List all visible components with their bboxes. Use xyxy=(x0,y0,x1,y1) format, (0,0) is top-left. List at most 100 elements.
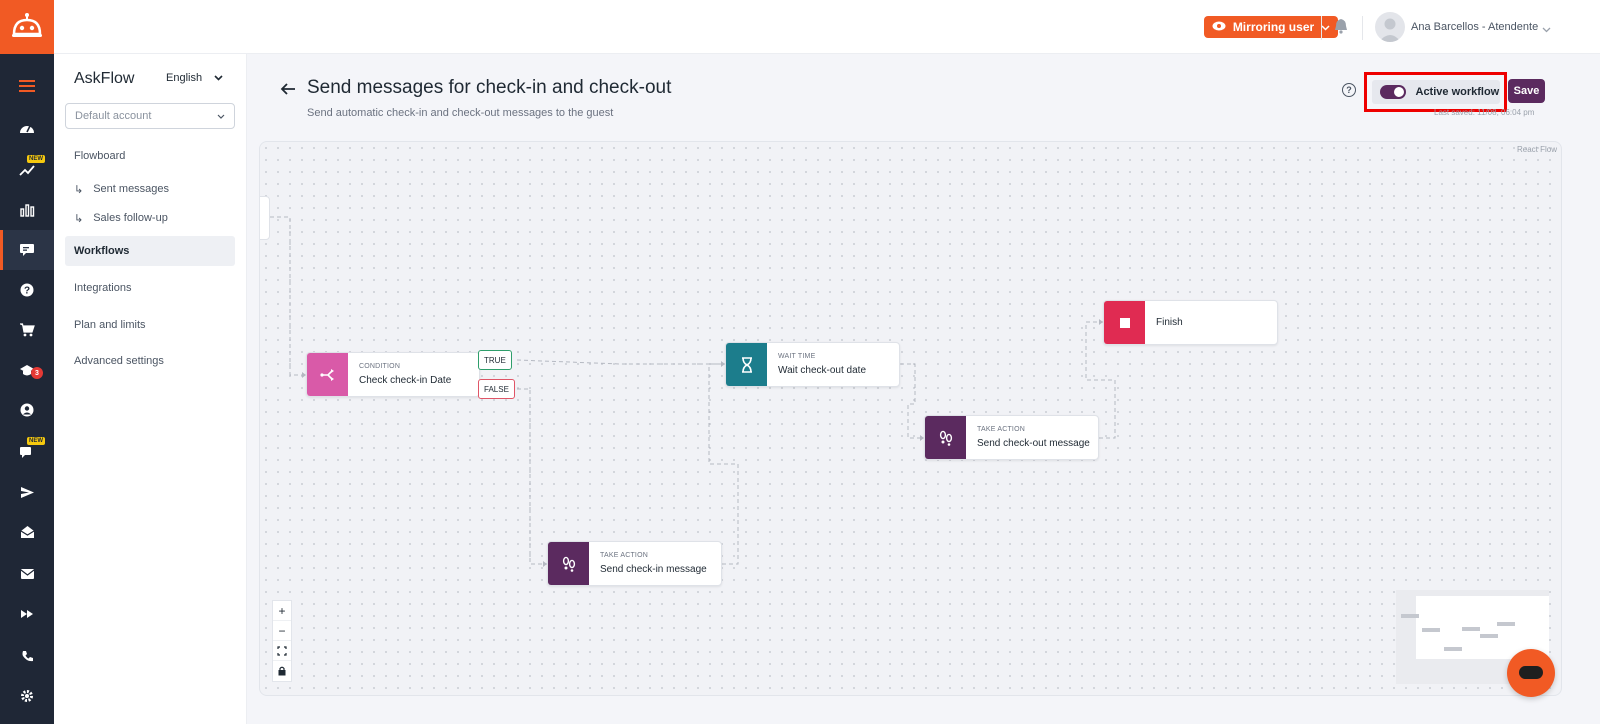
language-label: English xyxy=(166,72,203,84)
true-branch-pill[interactable]: TRUE xyxy=(478,350,512,370)
sidebar-item-label: Advanced settings xyxy=(74,355,164,367)
comments-icon[interactable]: NEW xyxy=(0,432,54,472)
node-label: Check check-in Date xyxy=(359,375,452,386)
fast-forward-icon[interactable] xyxy=(0,594,54,634)
top-bar: Mirroring user Ana Barcellos - Atendente xyxy=(54,0,1600,54)
zoom-out-button[interactable]: − xyxy=(273,621,291,641)
subitem-arrow-icon: ↳ xyxy=(74,183,84,196)
help-icon[interactable]: ? xyxy=(0,270,54,310)
sidebar-item-label: Sent messages xyxy=(93,183,170,195)
start-node[interactable] xyxy=(260,196,270,240)
stop-icon xyxy=(1104,301,1145,344)
back-arrow-icon[interactable] xyxy=(280,82,296,101)
footsteps-icon xyxy=(548,542,589,585)
sidebar-item-plan-and-limits[interactable]: Plan and limits xyxy=(65,310,235,340)
svg-text:?: ? xyxy=(24,286,30,297)
sidebar-item-sales-follow-up[interactable]: ↳ Sales follow-up xyxy=(65,203,235,233)
zoom-in-button[interactable]: + xyxy=(273,601,291,621)
sidebar-item-label: Plan and limits xyxy=(74,319,146,331)
flow-edges xyxy=(270,216,1116,567)
sidebar-item-label: Flowboard xyxy=(74,150,126,162)
fit-view-icon xyxy=(277,645,287,656)
sidebar-item-flowboard[interactable]: Flowboard xyxy=(65,141,235,171)
sidebar-item-workflows[interactable]: Workflows xyxy=(65,236,235,266)
trending-icon[interactable]: NEW xyxy=(0,150,54,190)
node-label: Wait check-out date xyxy=(778,365,867,376)
divider xyxy=(1362,16,1363,40)
node-label: Send check-out message xyxy=(977,438,1090,449)
hourglass-icon xyxy=(726,343,767,386)
chevron-down-icon xyxy=(1321,20,1330,34)
node-label: Finish xyxy=(1156,317,1183,328)
false-branch-pill[interactable]: FALSE xyxy=(478,379,515,399)
canvas-controls: + − xyxy=(272,600,292,682)
mail-icon[interactable] xyxy=(0,554,54,594)
node-kind: TAKE ACTION xyxy=(600,552,648,559)
menu-icon[interactable] xyxy=(0,66,54,106)
page-subtitle: Send automatic check-in and check-out me… xyxy=(307,107,614,119)
sidebar-item-advanced-settings[interactable]: Advanced settings xyxy=(65,346,235,376)
active-workflow-toggle[interactable]: Active workflow xyxy=(1371,80,1500,104)
last-saved-text: Last saved: 11/08, 06:04 pm xyxy=(1434,108,1535,117)
sidebar-item-label: Workflows xyxy=(74,245,130,257)
page-title: Send messages for check-in and check-out xyxy=(307,77,672,98)
chevron-down-icon xyxy=(214,72,223,84)
user-menu-chevron-icon[interactable] xyxy=(1542,20,1551,38)
eye-icon xyxy=(1212,20,1226,34)
notification-bell-icon[interactable] xyxy=(1334,18,1348,39)
language-select[interactable]: English xyxy=(166,72,223,84)
flow-node-condition[interactable]: CONDITION Check check-in Date xyxy=(306,352,480,397)
save-button[interactable]: Save xyxy=(1508,79,1545,103)
notification-count-badge: 3 xyxy=(31,367,43,379)
bar-chart-icon[interactable] xyxy=(0,190,54,230)
sidebar-item-label: Integrations xyxy=(74,282,132,294)
divider xyxy=(1321,16,1322,40)
fit-view-button[interactable] xyxy=(273,641,291,661)
chat-bubble-icon xyxy=(1519,666,1543,679)
mirroring-user-label: Mirroring user xyxy=(1232,20,1315,34)
active-workflow-label: Active workflow xyxy=(1415,86,1500,98)
subitem-arrow-icon: ↳ xyxy=(74,212,84,225)
node-kind: TAKE ACTION xyxy=(977,426,1025,433)
active-workflow-highlight: Active workflow xyxy=(1364,72,1507,112)
flow-node-send-check-in[interactable]: TAKE ACTION Send check-in message xyxy=(547,541,722,586)
flow-node-send-check-out[interactable]: TAKE ACTION Send check-out message xyxy=(924,415,1099,460)
account-select[interactable]: Default account xyxy=(65,103,235,129)
app-logo[interactable] xyxy=(0,0,54,54)
secondary-sidebar: AskFlow English Default account Flowboar… xyxy=(54,54,247,724)
sidebar-item-sent-messages[interactable]: ↳ Sent messages xyxy=(65,174,235,204)
flow-node-finish[interactable]: Finish xyxy=(1103,300,1278,345)
inbox-icon[interactable] xyxy=(0,512,54,552)
lock-icon xyxy=(278,666,286,676)
footsteps-icon xyxy=(925,416,966,459)
node-kind: WAIT TIME xyxy=(778,353,816,360)
sidebar-item-label: Sales follow-up xyxy=(93,212,168,224)
flow-node-wait-time[interactable]: WAIT TIME Wait check-out date xyxy=(725,342,900,387)
new-badge: NEW xyxy=(27,155,45,163)
node-kind: CONDITION xyxy=(359,363,401,370)
branch-icon xyxy=(307,353,348,396)
help-icon[interactable]: ? xyxy=(1342,83,1356,97)
user-name[interactable]: Ana Barcellos - Atendente xyxy=(1411,21,1538,33)
settings-icon[interactable] xyxy=(0,676,54,716)
send-icon[interactable] xyxy=(0,472,54,512)
cart-icon[interactable] xyxy=(0,310,54,350)
phone-icon[interactable] xyxy=(0,636,54,676)
mirroring-user-button[interactable]: Mirroring user xyxy=(1204,16,1338,38)
app-title: AskFlow xyxy=(74,70,135,87)
chat-widget-button[interactable] xyxy=(1507,649,1555,697)
new-badge: NEW xyxy=(27,437,45,445)
chat-flow-icon[interactable] xyxy=(0,230,54,270)
toggle-switch[interactable] xyxy=(1379,85,1406,99)
chevron-down-icon xyxy=(217,110,225,122)
dashboard-icon[interactable] xyxy=(0,108,54,148)
user-avatar[interactable] xyxy=(1375,12,1405,42)
account-icon[interactable] xyxy=(0,390,54,430)
graduation-icon[interactable]: 3 xyxy=(0,350,54,390)
main-nav-rail: NEW ? 3 NEW xyxy=(0,54,54,724)
sidebar-item-integrations[interactable]: Integrations xyxy=(65,273,235,303)
account-select-value: Default account xyxy=(75,110,152,122)
node-label: Send check-in message xyxy=(600,564,707,575)
flow-canvas[interactable]: React Flow CONDITION Check check-in Date xyxy=(259,141,1562,696)
lock-button[interactable] xyxy=(273,661,291,681)
